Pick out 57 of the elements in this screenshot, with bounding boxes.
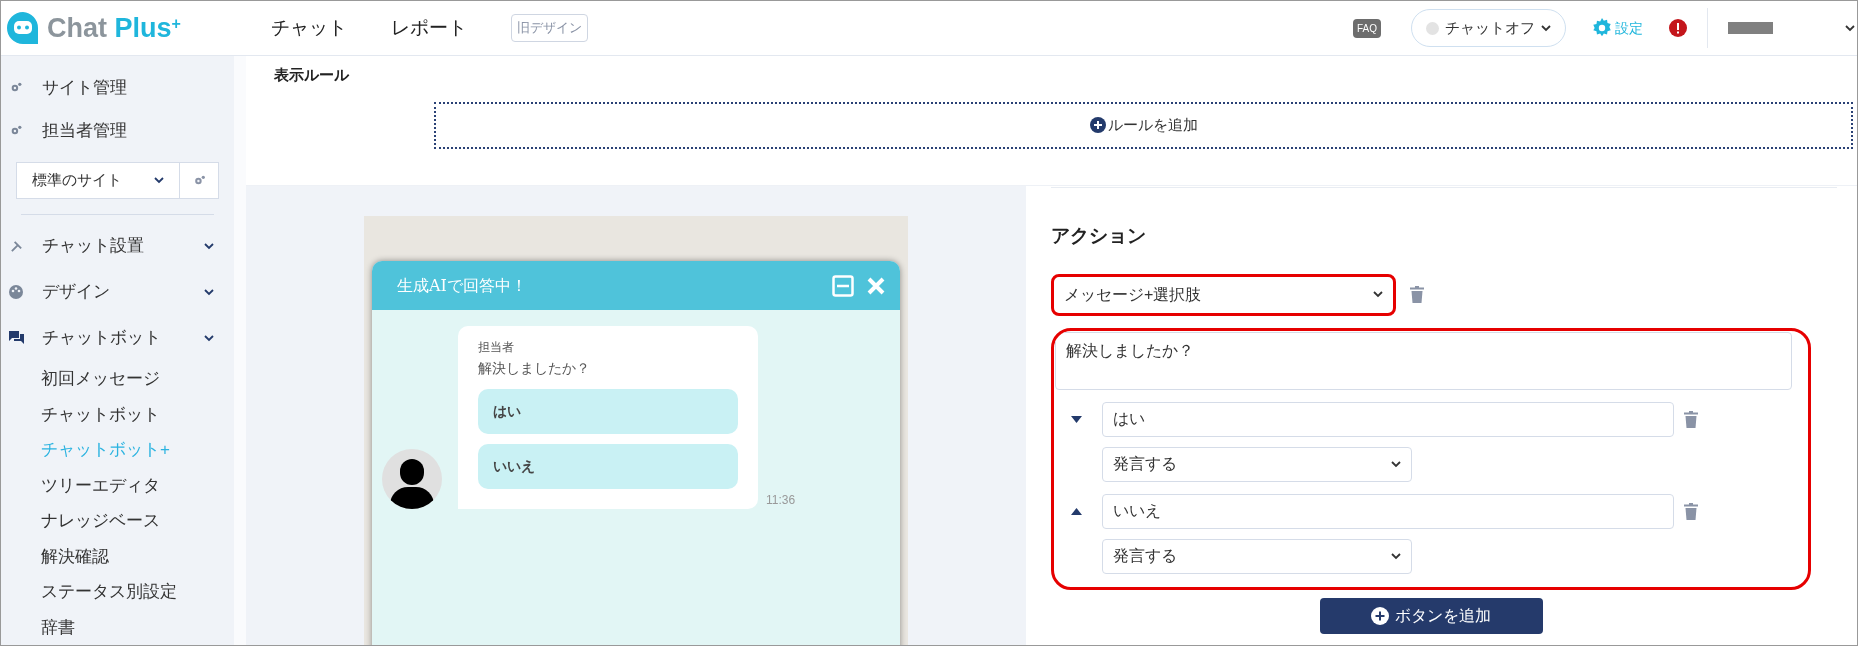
choice-action-select[interactable]: 発言する (1102, 538, 1412, 574)
chevron-down-icon (1541, 24, 1551, 32)
plus-circle-icon (1089, 117, 1106, 133)
nav-link[interactable]: チャット (271, 13, 347, 43)
chat-option-button[interactable]: いいえ (478, 444, 738, 489)
choice-input[interactable]: いいえ (1102, 493, 1674, 529)
sidebar-section[interactable]: デザイン (1, 269, 234, 315)
chevron-down-icon (204, 242, 214, 250)
choice-action-select[interactable]: 発言する (1102, 446, 1412, 482)
move-down-icon[interactable] (1070, 415, 1082, 423)
sidebar-subitem[interactable]: ツリーエディタ (1, 467, 234, 503)
sidebar-subitem[interactable]: 解決確認 (1, 538, 234, 574)
chat-bubbles-icon (8, 331, 24, 345)
logo-text: Chat Plus$^{+}$ (47, 14, 181, 42)
add-rule-button[interactable]: ルールを追加 (434, 101, 1853, 149)
chevron-down-icon (1373, 291, 1383, 298)
settings-icon (1591, 17, 1613, 39)
sidebar-section[interactable]: チャット設置 (1, 223, 234, 269)
chevron-down-icon (204, 288, 214, 296)
choice-input[interactable]: はい (1102, 401, 1674, 437)
sidebar-subitem[interactable]: チャットボット (1, 396, 234, 432)
trash-icon[interactable] (1410, 286, 1424, 303)
sidebar-section[interactable]: チャットボット (1, 315, 234, 361)
tools-icon (9, 239, 23, 253)
chevron-down-icon (1845, 24, 1855, 32)
trash-icon[interactable] (1684, 502, 1698, 520)
sidebar-subitem[interactable]: ステータス別設定 (1, 574, 234, 610)
chat-logo-icon (5, 10, 41, 46)
chat-option-button[interactable]: はい (478, 389, 738, 434)
minimize-icon[interactable] (832, 274, 854, 297)
section-title: アクション (1051, 224, 1147, 248)
chevron-down-icon (154, 177, 164, 185)
faq-button[interactable]: FAQ (1353, 18, 1381, 38)
nav-link[interactable]: レポート (391, 13, 467, 43)
plus-circle-icon (1371, 606, 1389, 625)
action-type-select[interactable]: メッセージ+選択肢 (1051, 273, 1396, 316)
chevron-down-icon (1391, 552, 1401, 560)
move-up-icon[interactable] (1070, 507, 1082, 515)
message-textarea[interactable]: 解決しましたか？ (1055, 331, 1792, 390)
agent-name: 担当者 (478, 339, 515, 356)
chat-widget-title: 生成AIで回答中！ (397, 274, 528, 297)
sidebar-subitem[interactable]: 初回メッセージ (1, 361, 234, 397)
close-icon[interactable] (866, 275, 886, 296)
sidebar-subitem[interactable]: 辞書 (1, 609, 234, 645)
trash-icon[interactable] (1684, 410, 1698, 428)
redacted-username (1728, 22, 1773, 34)
add-button-button[interactable]: ボタンを追加 (1319, 597, 1543, 634)
chevron-down-icon (204, 334, 214, 342)
sidebar-item[interactable]: サイト管理 (1, 66, 234, 110)
message-time: 11:36 (766, 492, 796, 509)
chat-message: 解決しましたか？ (478, 359, 591, 378)
section-title: 表示ルール (274, 65, 350, 85)
alert-icon[interactable] (1669, 19, 1687, 37)
sidebar-subitem[interactable]: ナレッジベース (1, 503, 234, 539)
palette-icon (9, 285, 23, 299)
chevron-down-icon (1391, 460, 1401, 468)
sidebar-item[interactable]: 担当者管理 (1, 109, 234, 153)
